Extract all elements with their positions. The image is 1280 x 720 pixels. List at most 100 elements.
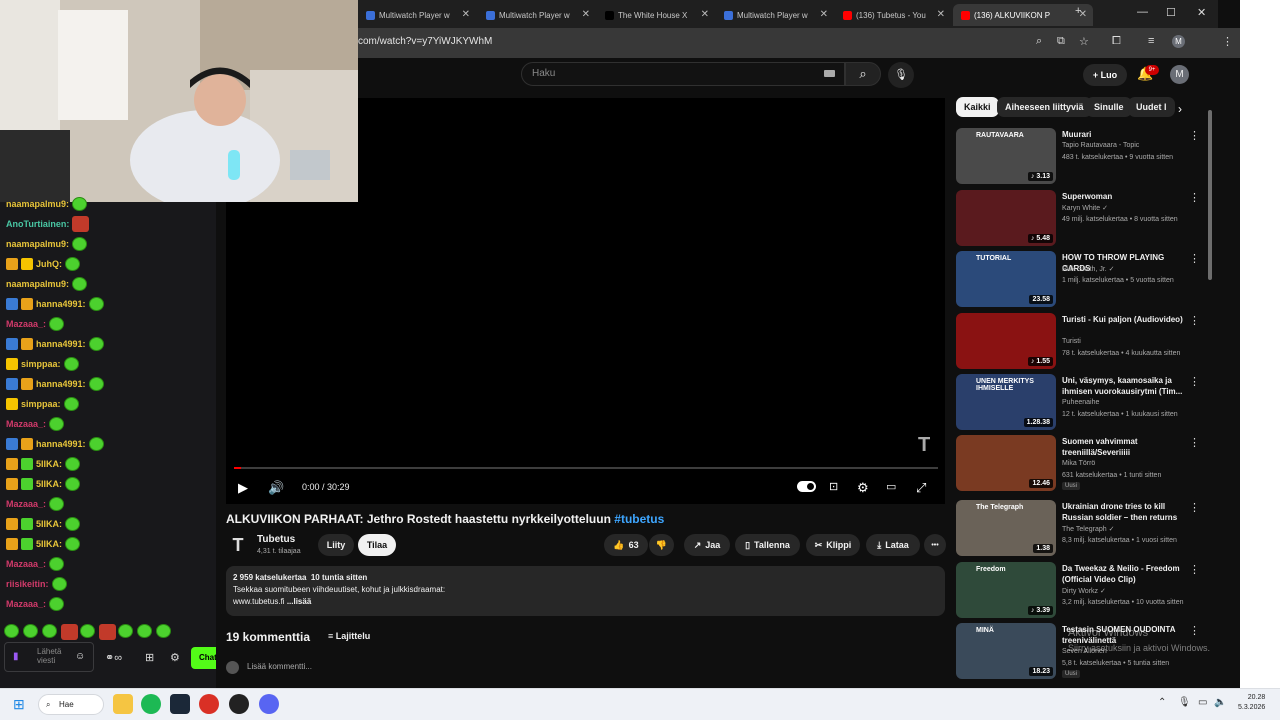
extensions-icon[interactable]: ⧠ — [1112, 35, 1121, 48]
recommended-title[interactable]: Suomen vahvimmat treeniillä/Severiiiii — [1062, 436, 1186, 458]
filter-chip[interactable]: Uudet l — [1128, 97, 1175, 117]
recommended-title[interactable]: Ukrainian drone tries to kill Russian so… — [1062, 501, 1186, 524]
more-vert-icon[interactable]: ⋮ — [1189, 191, 1200, 204]
chevron-right-icon[interactable]: › — [1178, 102, 1182, 116]
video-thumbnail[interactable]: ♪ 1.55 — [956, 313, 1056, 369]
channel-watermark-icon[interactable]: T — [918, 434, 930, 457]
volume-icon[interactable]: 🔊 — [268, 480, 284, 496]
close-tab-icon[interactable]: ✕ — [820, 9, 828, 20]
windows-start-icon[interactable]: ⊞ — [13, 696, 25, 713]
fullscreen-icon[interactable]: ⤢ — [916, 480, 926, 496]
chat-input[interactable]: ▮ Lähetä viesti ☺ — [4, 642, 94, 672]
chat-username[interactable]: riisikeitin: — [6, 579, 49, 589]
install-icon[interactable]: ⧉ — [1057, 35, 1065, 48]
recommended-title[interactable]: Superwoman — [1062, 191, 1186, 202]
browser-profile-avatar[interactable]: M — [1172, 35, 1185, 48]
browser-menu-icon[interactable]: ⋮ — [1222, 35, 1233, 48]
maximize-button[interactable]: ☐ — [1166, 6, 1176, 19]
recommended-video[interactable]: Freedom ♪ 3.39 Da Tweekaz & Neilio - Freed… — [956, 562, 1206, 620]
join-button[interactable]: Liity — [318, 534, 354, 556]
taskbar-clock[interactable]: 20.28 5.3.2026 — [1238, 693, 1265, 713]
description-link[interactable]: www.tubetus.fi — [233, 597, 285, 606]
emote-icon[interactable] — [99, 624, 116, 640]
search-button[interactable]: ⌕ — [845, 62, 881, 86]
steam-icon[interactable] — [170, 694, 190, 714]
chat-username[interactable]: 5IIKA: — [36, 479, 62, 489]
chat-username[interactable]: hanna4991: — [36, 439, 86, 449]
video-thumbnail[interactable]: UNEN MERKITYS IHMISELLE 1.28.38 — [956, 374, 1056, 430]
chat-username[interactable]: simppaa: — [21, 399, 61, 409]
taskbar-search[interactable]: ⌕ Hae — [38, 694, 104, 715]
autoplay-toggle[interactable] — [797, 481, 816, 492]
more-vert-icon[interactable]: ⋮ — [1189, 436, 1200, 449]
recommended-channel[interactable]: Karyn White ✓ — [1062, 204, 1108, 212]
more-vert-icon[interactable]: ⋮ — [1189, 501, 1200, 514]
chat-username[interactable]: Mazaaa_: — [6, 599, 46, 609]
chat-username[interactable]: hanna4991: — [36, 379, 86, 389]
recommended-video[interactable]: The Telegraph 1.38 Ukrainian drone tries t… — [956, 500, 1206, 558]
video-thumbnail[interactable]: Freedom ♪ 3.39 — [956, 562, 1056, 618]
recommended-video[interactable]: UNEN MERKITYS IHMISELLE 1.28.38 Uni, väsym… — [956, 374, 1206, 432]
recommended-title[interactable]: Muurari — [1062, 129, 1186, 140]
chat-mic-icon[interactable]: ▮ — [13, 651, 19, 662]
progress-bar[interactable] — [234, 467, 938, 469]
file-explorer-icon[interactable] — [113, 694, 133, 714]
browser-tab[interactable]: (136) ALKUVIIKON P ✕ — [953, 4, 1093, 26]
video-thumbnail[interactable]: ♪ 5.48 — [956, 190, 1056, 246]
description-box[interactable]: 2 959 katselukertaa 10 tuntia sitten Tse… — [226, 566, 945, 616]
clip-button[interactable]: ✂ Klippi — [806, 534, 860, 556]
emote-icon[interactable] — [42, 624, 57, 638]
channel-name[interactable]: Tubetus — [257, 534, 295, 545]
recommended-channel[interactable]: Dirty Workz ✓ — [1062, 587, 1106, 595]
dislike-button[interactable]: 👎 — [649, 534, 674, 556]
emote-icon[interactable] — [80, 624, 95, 638]
add-comment-input[interactable]: Lisää kommentti... — [247, 662, 312, 671]
minimize-button[interactable]: — — [1137, 6, 1148, 18]
chat-username[interactable]: naamapalmu9: — [6, 239, 69, 249]
video-thumbnail[interactable]: MINÄ 18.23 — [956, 623, 1056, 679]
filter-chip[interactable]: Kaikki — [956, 97, 999, 117]
chat-store-icon[interactable]: ⊞ — [145, 651, 154, 664]
search-input[interactable]: Haku — [521, 62, 845, 86]
chat-username[interactable]: naamapalmu9: — [6, 199, 69, 209]
recommended-video[interactable]: TUTORIAL 23.58 HOW TO THROW PLAYING CARDS R… — [956, 251, 1206, 309]
browser-tab[interactable]: Multiwatch Player w ✕ — [358, 4, 476, 26]
emote-icon[interactable] — [156, 624, 171, 638]
chat-username[interactable]: AnoTurtiainen: — [6, 219, 69, 229]
chrome-icon[interactable] — [199, 694, 219, 714]
youtube-avatar[interactable]: M — [1170, 65, 1189, 84]
zoom-icon[interactable]: ⌕ — [1036, 35, 1042, 48]
chat-send-button[interactable]: Chat — [191, 647, 216, 669]
recommended-title[interactable]: Uni, väsymys, kaamosaika ja ihmisen vuor… — [1062, 375, 1186, 397]
recommended-channel[interactable]: Mika Törrö — [1062, 460, 1095, 467]
chat-username[interactable]: 5IIKA: — [36, 539, 62, 549]
chat-username[interactable]: 5IIKA: — [36, 519, 62, 529]
chat-username[interactable]: Mazaaa_: — [6, 319, 46, 329]
tray-chevron-icon[interactable]: ⌃ — [1158, 697, 1166, 708]
more-vert-icon[interactable]: ⋮ — [1189, 563, 1200, 576]
chat-rewards-icon[interactable]: ⚭∞ — [105, 651, 122, 664]
recommended-video[interactable]: RAUTAVAARA ♪ 3.13 Muurari Tapio Rautavaara … — [956, 128, 1206, 186]
browser-tab[interactable]: Multiwatch Player w ✕ — [716, 4, 834, 26]
more-vert-icon[interactable]: ⋮ — [1189, 252, 1200, 265]
close-tab-icon[interactable]: ✕ — [462, 9, 470, 20]
video-thumbnail[interactable]: TUTORIAL 23.58 — [956, 251, 1056, 307]
recommended-title[interactable]: Da Tweekaz & Neilio - Freedom (Official … — [1062, 563, 1186, 585]
like-button[interactable]: 👍 63 — [604, 534, 648, 556]
browser-tab[interactable]: The White House X ✕ — [597, 4, 715, 26]
save-button[interactable]: ▯ Tallenna — [735, 534, 800, 556]
url-text[interactable]: com/watch?v=y7YiWJKYWhM — [358, 36, 492, 47]
chat-username[interactable]: Mazaaa_: — [6, 499, 46, 509]
video-thumbnail[interactable]: 12.46 — [956, 435, 1056, 491]
page-scrollbar-thumb[interactable] — [1208, 110, 1212, 280]
chat-username[interactable]: Mazaaa_: — [6, 419, 46, 429]
recommended-video[interactable]: 12.46 Suomen vahvimmat treeniillä/Severii… — [956, 435, 1206, 493]
tray-volume-icon[interactable]: 🔈 — [1214, 697, 1226, 708]
browser-tab[interactable]: (136) Tubetus - You ✕ — [835, 4, 951, 26]
obs-icon[interactable] — [229, 694, 249, 714]
channel-avatar[interactable]: T — [228, 535, 248, 555]
chat-username[interactable]: hanna4991: — [36, 339, 86, 349]
chat-username[interactable]: simppaa: — [21, 359, 61, 369]
share-button[interactable]: ↗ Jaa — [684, 534, 730, 556]
new-tab-button[interactable]: + — [1075, 5, 1081, 17]
